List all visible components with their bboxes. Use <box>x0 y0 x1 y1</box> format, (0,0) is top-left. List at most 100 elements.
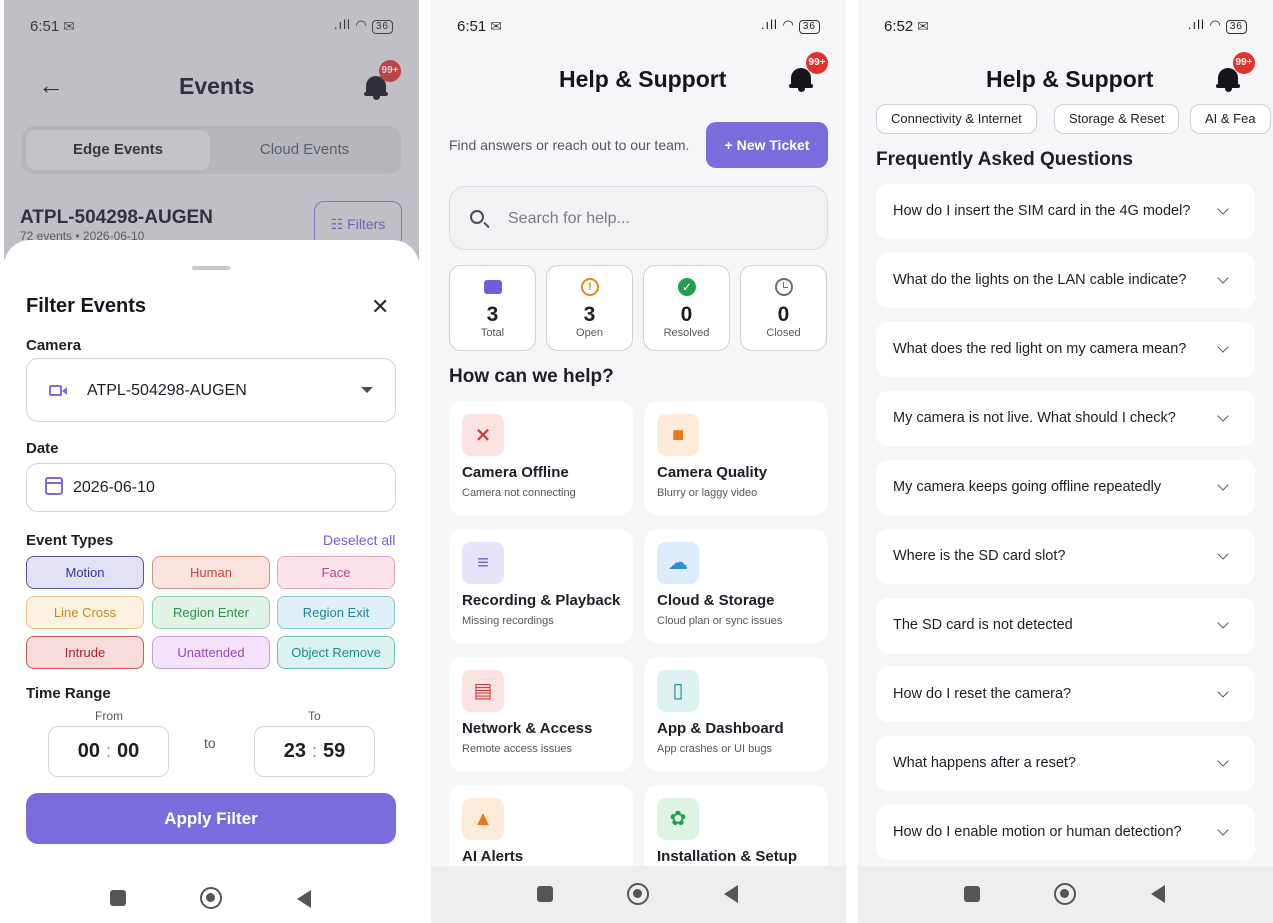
event-type-chip[interactable]: Human <box>152 556 270 589</box>
scrim[interactable] <box>4 0 419 260</box>
stat-label: Closed <box>766 327 801 339</box>
help-heading: How can we help? <box>449 366 614 387</box>
faq-item[interactable]: My camera is not live. What should I che… <box>876 391 1255 446</box>
status-time: 6:51 <box>457 18 487 35</box>
event-type-chip[interactable]: Object Remove <box>277 636 395 669</box>
event-type-chip[interactable]: Line Cross <box>26 596 144 629</box>
apply-filter-button[interactable]: Apply Filter <box>26 793 396 844</box>
recent-apps-icon[interactable] <box>964 886 980 902</box>
from-hour[interactable]: 00 <box>78 740 100 762</box>
event-type-chip[interactable]: Unattended <box>152 636 270 669</box>
close-icon[interactable]: ✕ <box>371 294 389 320</box>
home-icon[interactable] <box>200 887 222 909</box>
from-minute[interactable]: 00 <box>117 740 139 762</box>
chevron-down-icon[interactable] <box>1217 617 1229 629</box>
status-bar: 6:52 ✉ .ıll ◠ 36 <box>858 0 1273 50</box>
search-input[interactable] <box>508 207 798 231</box>
event-types-label: Event Types <box>26 532 114 549</box>
faq-item[interactable]: What happens after a reset? <box>876 736 1255 791</box>
date-field[interactable]: 2026-06-10 <box>26 463 396 512</box>
to-hour[interactable]: 23 <box>284 740 306 762</box>
camera-select[interactable]: ATPL-504298-AUGEN <box>26 358 396 422</box>
chevron-down-icon[interactable] <box>1217 410 1229 422</box>
category-title: Installation & Setup <box>657 848 798 865</box>
category-pill[interactable]: AI & Fea <box>1190 104 1271 134</box>
stat-total[interactable]: 3 Total <box>449 265 536 351</box>
faq-item[interactable]: How do I reset the camera? <box>876 667 1255 722</box>
faq-item[interactable]: How do I enable motion or human detectio… <box>876 805 1255 860</box>
faq-question: My camera is not live. What should I che… <box>893 410 1176 426</box>
category-title: Cloud & Storage <box>657 592 775 609</box>
system-nav-bar <box>431 866 846 922</box>
chevron-down-icon[interactable] <box>1217 479 1229 491</box>
home-icon[interactable] <box>627 883 649 905</box>
notification-badge: 99+ <box>1233 52 1255 74</box>
to-time-picker[interactable]: 23:59 <box>254 726 375 777</box>
faq-question: How do I insert the SIM card in the 4G m… <box>893 203 1191 219</box>
to-minute[interactable]: 59 <box>323 740 345 762</box>
chevron-down-icon[interactable] <box>1217 272 1229 284</box>
back-nav-icon[interactable] <box>1151 885 1165 903</box>
date-label: Date <box>26 440 59 457</box>
deselect-all-link[interactable]: Deselect all <box>323 532 395 548</box>
faq-item[interactable]: What do the lights on the LAN cable indi… <box>876 253 1255 308</box>
chevron-down-icon[interactable] <box>1217 203 1229 215</box>
chevron-down-icon[interactable] <box>1217 824 1229 836</box>
video-off-icon: ⨯ <box>462 414 504 456</box>
event-type-chip[interactable]: Intrude <box>26 636 144 669</box>
home-icon[interactable] <box>1054 883 1076 905</box>
calendar-icon <box>45 477 63 495</box>
event-type-chip[interactable]: Face <box>277 556 395 589</box>
faq-item[interactable]: What does the red light on my camera mea… <box>876 322 1255 377</box>
page-title: Help & Support <box>559 66 727 92</box>
to-column-label: To <box>308 709 321 723</box>
faq-question: What does the red light on my camera mea… <box>893 341 1187 357</box>
chevron-down-icon[interactable] <box>1217 548 1229 560</box>
category-card[interactable]: ▯ App & Dashboard App crashes or UI bugs <box>644 657 828 771</box>
stat-resolved[interactable]: ✓ 0 Resolved <box>643 265 730 351</box>
signal-icon: .ıll <box>760 17 778 32</box>
battery-icon: 36 <box>798 20 820 34</box>
new-ticket-button[interactable]: + New Ticket <box>706 122 828 168</box>
faq-question: The SD card is not detected <box>893 617 1073 633</box>
sheet-grabber[interactable] <box>192 266 230 270</box>
category-card[interactable]: ■ Camera Quality Blurry or laggy video <box>644 401 828 515</box>
faq-item[interactable]: How do I insert the SIM card in the 4G m… <box>876 184 1255 239</box>
stat-value: 0 <box>680 303 693 326</box>
stat-open[interactable]: ! 3 Open <box>546 265 633 351</box>
search-bar[interactable] <box>449 186 828 250</box>
category-card[interactable]: ▤ Network & Access Remote access issues <box>449 657 633 771</box>
category-pill[interactable]: Connectivity & Internet <box>876 104 1037 134</box>
category-title: Network & Access <box>462 720 593 737</box>
category-card[interactable]: ⨯ Camera Offline Camera not connecting <box>449 401 633 515</box>
stat-value: 3 <box>583 303 596 326</box>
event-type-chip[interactable]: Region Exit <box>277 596 395 629</box>
event-type-chip[interactable]: Region Enter <box>152 596 270 629</box>
stat-closed[interactable]: 0 Closed <box>740 265 827 351</box>
date-value: 2026-06-10 <box>73 479 155 496</box>
chevron-down-icon[interactable] <box>1217 341 1229 353</box>
category-subtitle: Remote access issues <box>462 743 573 755</box>
faq-item[interactable]: The SD card is not detected <box>876 598 1255 653</box>
faq-item[interactable]: My camera keeps going offline repeatedly <box>876 460 1255 515</box>
time-range-label: Time Range <box>26 685 111 702</box>
category-card[interactable]: ☁ Cloud & Storage Cloud plan or sync issue… <box>644 529 828 643</box>
from-label: From <box>95 709 123 723</box>
category-pill[interactable]: Storage & Reset <box>1054 104 1180 134</box>
recent-apps-icon[interactable] <box>537 886 553 902</box>
chevron-down-icon[interactable] <box>1217 686 1229 698</box>
faq-heading: Frequently Asked Questions <box>876 149 1133 170</box>
from-time-picker[interactable]: 00:00 <box>48 726 169 777</box>
category-subtitle: App crashes or UI bugs <box>657 743 772 755</box>
back-nav-icon[interactable] <box>297 890 311 908</box>
category-card[interactable]: ≡ Recording & Playback Missing recordings <box>449 529 633 643</box>
chevron-down-icon[interactable] <box>1217 755 1229 767</box>
bell-icon: ▲ <box>462 798 504 840</box>
mail-icon: ✉ <box>917 18 929 34</box>
back-nav-icon[interactable] <box>724 885 738 903</box>
recent-apps-icon[interactable] <box>110 890 126 906</box>
faq-item[interactable]: Where is the SD card slot? <box>876 529 1255 584</box>
system-nav-bar <box>858 866 1273 922</box>
help-subtitle: Find answers or reach out to our team. <box>449 137 690 153</box>
event-type-chip[interactable]: Motion <box>26 556 144 589</box>
